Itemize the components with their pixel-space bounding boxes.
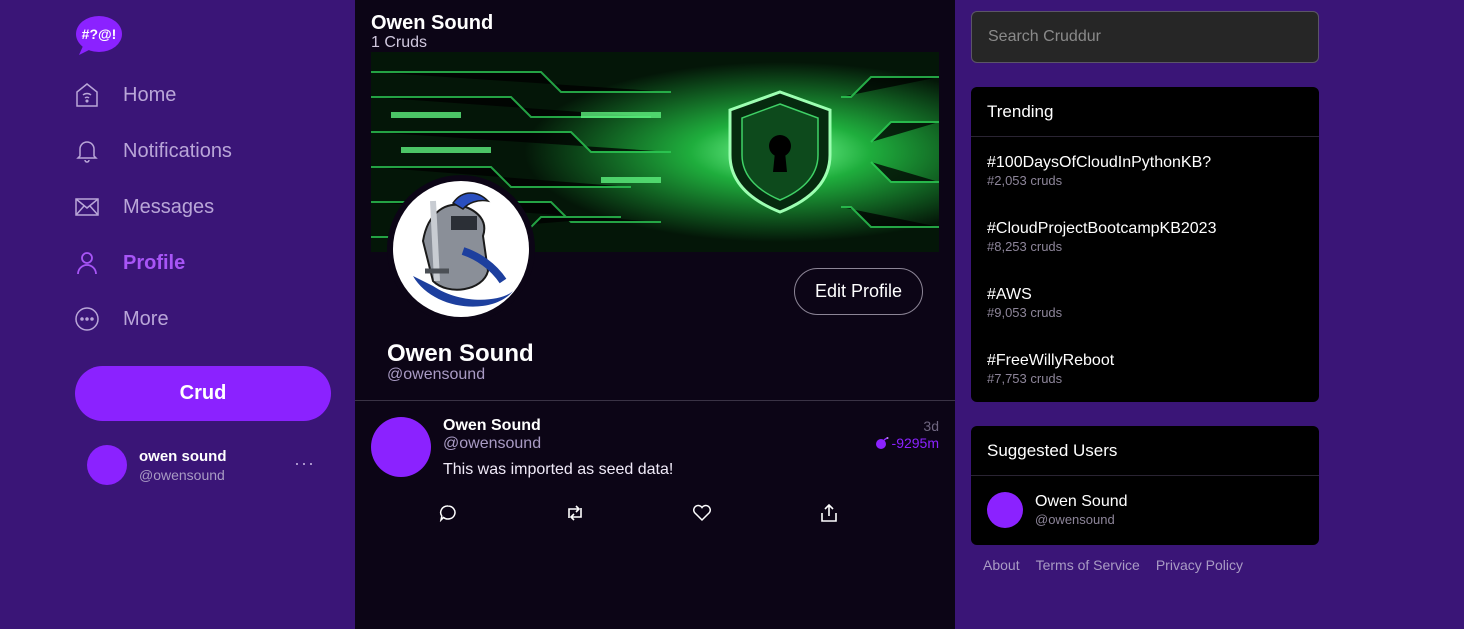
nav-more-label: More xyxy=(123,307,169,330)
crud-button[interactable]: Crud xyxy=(75,366,331,421)
trending-tag[interactable]: #CloudProjectBootcampKB2023 xyxy=(987,220,1216,238)
share-icon[interactable] xyxy=(818,502,840,524)
terms-link[interactable]: Terms of Service xyxy=(1036,557,1140,573)
trending-tag[interactable]: #FreeWillyReboot xyxy=(987,352,1114,370)
trending-tag[interactable]: #100DaysOfCloudInPythonKB? xyxy=(987,154,1211,172)
privacy-link[interactable]: Privacy Policy xyxy=(1156,557,1243,573)
avatar[interactable] xyxy=(987,492,1023,528)
suggested-users-box: Suggested Users Owen Sound @owensound xyxy=(971,426,1319,545)
trending-box: Trending #100DaysOfCloudInPythonKB? #2,0… xyxy=(971,87,1319,402)
post-author-handle[interactable]: @owensound xyxy=(443,435,541,453)
nav-messages[interactable]: Messages xyxy=(75,187,214,227)
user-icon xyxy=(75,251,99,275)
divider xyxy=(355,400,955,401)
trending-count: #7,753 cruds xyxy=(987,371,1063,386)
trending-item[interactable]: #AWS #9,053 cruds xyxy=(987,286,1062,320)
suggested-user-handle: @owensound xyxy=(1035,512,1115,527)
nav-notifications-label: Notifications xyxy=(123,139,232,162)
nav-home[interactable]: Home xyxy=(75,75,176,115)
current-user-name: owen sound xyxy=(139,447,227,465)
home-icon xyxy=(75,83,99,107)
avatar xyxy=(87,445,127,485)
page-title: Owen Sound xyxy=(371,12,494,34)
trending-item[interactable]: #CloudProjectBootcampKB2023 #8,253 cruds xyxy=(987,220,1216,254)
more-options-icon[interactable]: ··· xyxy=(294,453,315,474)
post-expires: -9295m xyxy=(875,435,939,451)
post-message: This was imported as seed data! xyxy=(443,461,674,478)
post-expires-label: -9295m xyxy=(891,435,939,451)
current-user-card[interactable]: owen sound @owensound ··· xyxy=(87,445,327,485)
suggested-users-title: Suggested Users xyxy=(971,426,1319,476)
profile-avatar[interactable] xyxy=(387,175,535,323)
crud-count: 1 Cruds xyxy=(371,34,428,51)
nav-notifications[interactable]: Notifications xyxy=(75,131,232,171)
current-user-handle: @owensound xyxy=(139,466,225,483)
about-link[interactable]: About xyxy=(983,557,1020,573)
nav-profile-label: Profile xyxy=(123,251,186,274)
trending-item[interactable]: #FreeWillyReboot #7,753 cruds xyxy=(987,352,1114,386)
nav-home-label: Home xyxy=(123,83,177,106)
avatar[interactable] xyxy=(371,417,431,477)
post-author-name[interactable]: Owen Sound xyxy=(443,417,541,435)
trending-count: #2,053 cruds xyxy=(987,173,1063,188)
trending-count: #8,253 cruds xyxy=(987,239,1063,254)
suggested-user-name[interactable]: Owen Sound xyxy=(1035,493,1128,511)
nav-messages-label: Messages xyxy=(123,195,215,218)
profile-handle: @owensound xyxy=(387,366,486,383)
trending-item[interactable]: #100DaysOfCloudInPythonKB? #2,053 cruds xyxy=(987,154,1211,188)
post-timestamp: 3d xyxy=(923,418,939,434)
bomb-icon xyxy=(875,437,889,449)
suggested-user[interactable]: Owen Sound @owensound xyxy=(987,492,1128,528)
trending-tag[interactable]: #AWS xyxy=(987,286,1062,304)
reply-icon[interactable] xyxy=(437,502,459,524)
trending-count: #9,053 cruds xyxy=(987,305,1063,320)
recrud-icon[interactable] xyxy=(564,502,586,524)
edit-profile-button[interactable]: Edit Profile xyxy=(794,268,923,315)
trending-title: Trending xyxy=(971,87,1319,137)
bell-icon xyxy=(75,139,99,163)
left-sidebar: #?@! Home Notifications Messages Profile… xyxy=(0,0,355,629)
search-input[interactable] xyxy=(971,11,1319,63)
cruddur-logo[interactable]: #?@! xyxy=(75,14,123,56)
profile-feed: Owen Sound 1 Cruds Edit Profile Owen Sou… xyxy=(355,0,955,629)
more-circle-icon xyxy=(75,307,99,331)
heart-icon[interactable] xyxy=(691,502,713,524)
mail-icon xyxy=(75,195,99,219)
profile-display-name: Owen Sound xyxy=(387,340,534,367)
footer-links: About Terms of Service Privacy Policy xyxy=(983,557,1243,573)
nav-more[interactable]: More xyxy=(75,299,169,339)
logo-text: #?@! xyxy=(82,26,117,42)
nav-profile[interactable]: Profile xyxy=(75,243,185,283)
